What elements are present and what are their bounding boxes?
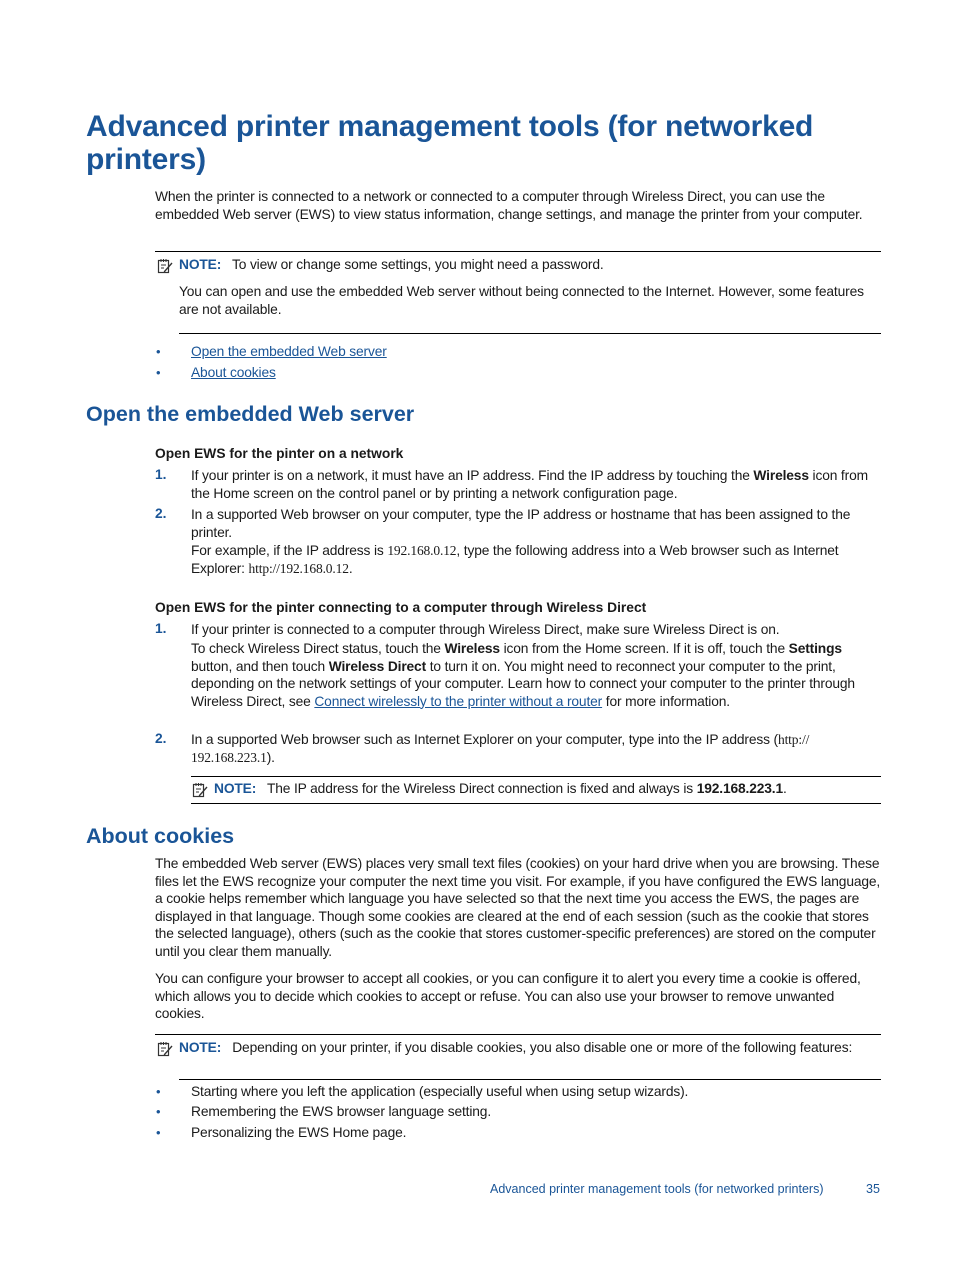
ip-address: 192.168.0.12 (387, 543, 457, 558)
note-bottom-rule (179, 333, 881, 334)
intro-paragraph: When the printer is connected to a netwo… (155, 189, 863, 222)
note-bold-ip: 192.168.223.1 (696, 781, 784, 796)
note-pencil-icon (157, 258, 173, 274)
step-number: 2. (155, 506, 167, 521)
direct-step-1-detail: To check Wireless Direct status, touch t… (191, 640, 881, 710)
step-text: In a supported Web browser such as Inter… (191, 732, 778, 747)
note-top-rule (155, 251, 881, 252)
note-1-extra: You can open and use the embedded Web se… (179, 284, 864, 317)
step-bold: Wireless (444, 641, 501, 656)
step-number: 1. (155, 621, 167, 636)
cookies-paragraph-2: You can configure your browser to accept… (155, 971, 861, 1022)
step-number: 2. (155, 731, 167, 746)
note-pencil-icon (157, 1041, 173, 1057)
note-label: NOTE: (179, 1040, 222, 1055)
example-url: http://192.168.0.12 (248, 560, 349, 576)
step-text: ). (266, 749, 275, 765)
page-title: Advanced printer management tools (for n… (86, 110, 814, 176)
step-text: In a supported Web browser on your compu… (191, 507, 851, 540)
network-step-1: If your printer is on a network, it must… (191, 467, 881, 502)
network-step-2: In a supported Web browser on your compu… (191, 506, 881, 541)
note-top-rule (155, 1034, 881, 1035)
section-heading-about-cookies: About cookies (86, 824, 235, 848)
direct-step-1-line1: If your printer is connected to a comput… (191, 622, 780, 637)
network-step-2-example: For example, if the IP address is 192.16… (191, 542, 881, 577)
bullet-icon: • (156, 1125, 161, 1140)
step-text: button, and then touch (191, 658, 329, 674)
step-text: icon from the Home screen. If it is off,… (499, 641, 789, 656)
footer-page-number: 35 (866, 1182, 880, 1196)
toc-link-about-cookies[interactable]: About cookies (191, 364, 276, 382)
note-text: The IP address for the Wireless Direct c… (266, 781, 697, 796)
note-pencil-icon (192, 782, 208, 798)
bullet-icon: • (156, 344, 161, 359)
footer-chapter-title: Advanced printer management tools (for n… (490, 1182, 824, 1196)
note-label: NOTE: (179, 257, 222, 272)
step-bold: Wireless Direct (328, 658, 427, 674)
step-text: For example, if the IP address is (191, 543, 388, 558)
link-connect-wirelessly[interactable]: Connect wirelessly to the printer withou… (314, 694, 602, 709)
step-bold: Settings (788, 641, 842, 656)
feature-list-item: Personalizing the EWS Home page. (191, 1125, 407, 1140)
cookies-paragraph-1: The embedded Web server (EWS) places ver… (155, 856, 881, 959)
note-text: To view or change some settings, you mig… (231, 257, 604, 272)
note-wireless-direct: NOTE: The IP address for the Wireless Di… (214, 780, 884, 798)
section-heading-open-ews: Open the embedded Web server (86, 402, 415, 426)
step-text: To check Wireless Direct status, touch t… (191, 641, 445, 656)
note-top-rule (191, 776, 881, 777)
note-cookies: NOTE: Depending on your printer, if you … (179, 1039, 879, 1057)
feature-list-item: Starting where you left the application … (191, 1084, 689, 1099)
note-1: NOTE: To view or change some settings, y… (179, 256, 879, 274)
bullet-icon: • (156, 1084, 161, 1099)
feature-list-item: Remembering the EWS browser language set… (191, 1104, 492, 1119)
bullet-icon: • (156, 1104, 161, 1119)
toc-link-open-ews[interactable]: Open the embedded Web server (191, 343, 387, 361)
subheading-wireless-direct: Open EWS for the pinter connecting to a … (155, 600, 647, 615)
direct-step-2: In a supported Web browser such as Inter… (191, 731, 861, 766)
step-bold: Wireless (753, 468, 809, 483)
step-number: 1. (155, 467, 167, 482)
note-label: NOTE: (214, 781, 257, 796)
bullet-icon: • (156, 365, 161, 380)
step-text: If your printer is on a network, it must… (191, 468, 754, 483)
subheading-network: Open EWS for the pinter on a network (155, 446, 404, 461)
step-text: . (348, 560, 353, 576)
note-bottom-rule (191, 803, 881, 804)
note-text: . (783, 781, 787, 796)
step-text: for more information. (602, 693, 730, 709)
note-text: Depending on your printer, if you disabl… (232, 1040, 853, 1055)
note-bottom-rule (179, 1079, 881, 1080)
